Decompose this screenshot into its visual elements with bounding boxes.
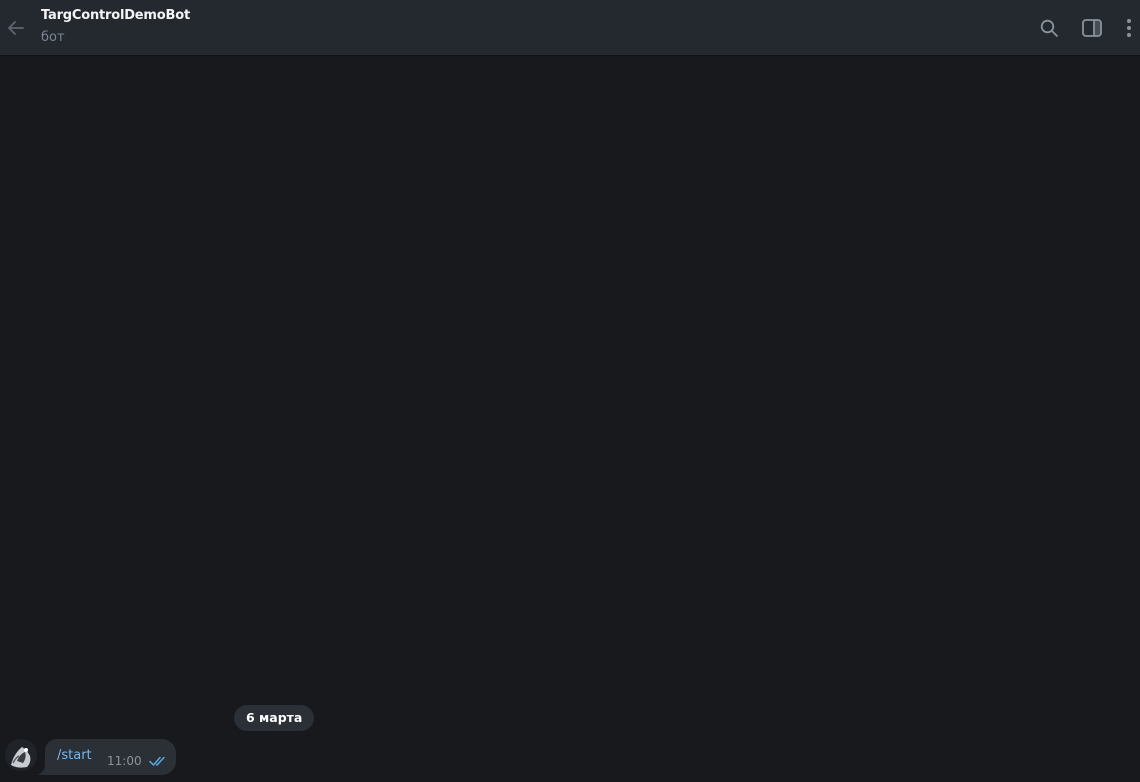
avatar[interactable] xyxy=(5,739,37,771)
back-button[interactable] xyxy=(4,14,28,42)
chat-title[interactable]: TargControlDemoBot xyxy=(41,8,190,23)
side-panel-icon xyxy=(1082,19,1102,37)
date-separator: 6 марта xyxy=(234,705,315,731)
double-check-icon xyxy=(149,756,165,766)
message-bubble[interactable]: /start 11:00 xyxy=(45,739,176,775)
search-button[interactable] xyxy=(1037,16,1061,40)
chat-history[interactable] xyxy=(0,56,1140,782)
chat-header: TargControlDemoBot бот xyxy=(0,0,1140,56)
telegram-window: TargControlDemoBot бот 6 марта /start 11… xyxy=(0,0,1140,782)
message-time: 11:00 xyxy=(107,754,142,768)
chat-subtitle: бот xyxy=(41,30,65,45)
search-icon xyxy=(1040,19,1058,37)
more-vertical-icon xyxy=(1127,19,1131,37)
user-avatar-icon xyxy=(5,739,37,771)
back-arrow-icon xyxy=(8,21,24,35)
side-panel-button[interactable] xyxy=(1080,16,1104,40)
more-options-button[interactable] xyxy=(1117,16,1140,40)
message-text[interactable]: /start xyxy=(57,748,92,763)
